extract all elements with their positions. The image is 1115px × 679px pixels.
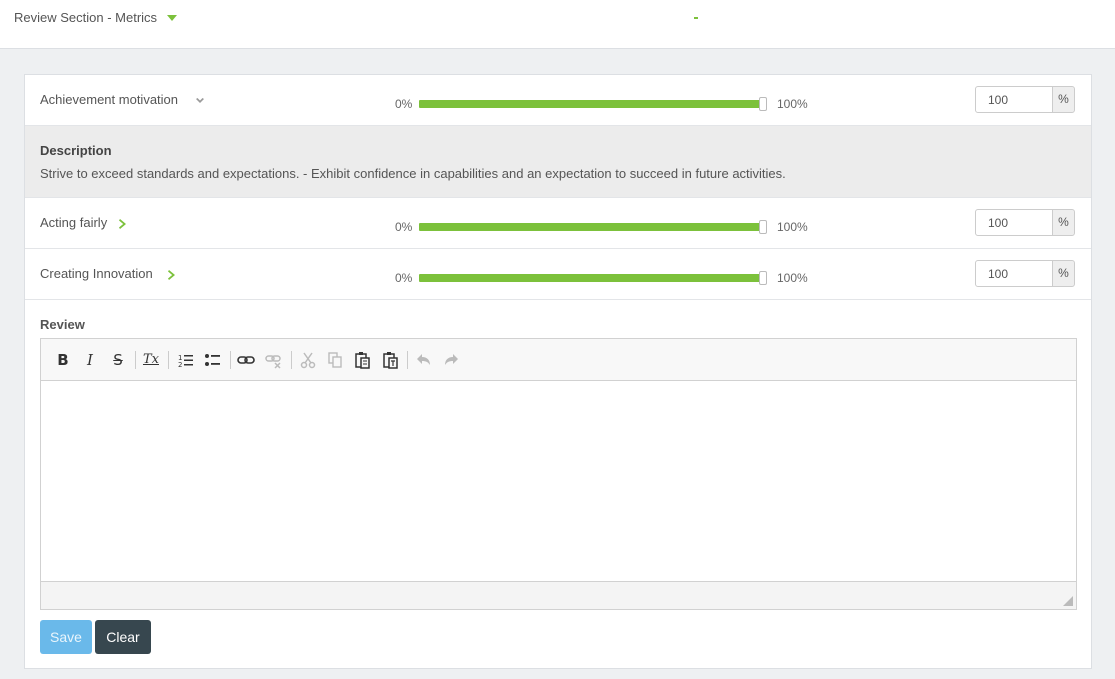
review-textarea[interactable]	[41, 381, 1076, 581]
percent-input-group: %	[975, 260, 1076, 287]
metric-name[interactable]: Creating Innovation	[40, 266, 153, 281]
clear-button[interactable]: Clear	[95, 620, 151, 654]
percent-input[interactable]	[975, 86, 1053, 113]
toolbar-separator	[135, 351, 136, 369]
numbered-list-icon[interactable]: 1 2	[175, 349, 197, 371]
paste-icon[interactable]	[352, 349, 374, 371]
percent-input[interactable]	[975, 209, 1053, 236]
percent-input-group: %	[975, 209, 1076, 236]
description-text: Strive to exceed standards and expectati…	[40, 166, 786, 181]
bulleted-list-icon[interactable]	[202, 349, 224, 371]
section-title[interactable]: Review Section - Metrics	[14, 10, 157, 25]
editor-status-bar	[41, 581, 1076, 609]
description-title: Description	[40, 143, 112, 158]
paste-text-icon[interactable]	[380, 349, 402, 371]
remove-format-icon[interactable]: Tx	[140, 349, 162, 371]
chevron-down-icon[interactable]	[196, 97, 204, 105]
section-header: Review Section - Metrics	[0, 0, 1115, 49]
review-label: Review	[40, 317, 85, 332]
toolbar-separator	[407, 351, 408, 369]
metric-description: Description Strive to exceed standards a…	[25, 126, 1091, 198]
resize-grip-icon[interactable]	[1063, 596, 1073, 606]
chevron-right-icon[interactable]	[119, 219, 127, 229]
strikethrough-icon[interactable]: S	[107, 349, 129, 371]
metric-slider[interactable]	[419, 220, 767, 234]
metric-row-achievement-motivation: Achievement motivation 0% 100% %	[25, 75, 1091, 126]
metric-name[interactable]: Achievement motivation	[40, 92, 178, 107]
center-dash	[694, 17, 698, 19]
italic-icon[interactable]: I	[79, 349, 101, 371]
bold-icon[interactable]: B	[52, 349, 74, 371]
toolbar-separator	[230, 351, 231, 369]
percent-addon: %	[1052, 209, 1075, 236]
metric-slider[interactable]	[419, 97, 767, 111]
toolbar-separator	[291, 351, 292, 369]
undo-icon[interactable]	[413, 349, 435, 371]
percent-input-group: %	[975, 86, 1076, 113]
slider-handle[interactable]	[759, 220, 767, 234]
svg-text:2: 2	[178, 361, 182, 369]
metric-slider[interactable]	[419, 271, 767, 285]
review-editor: B I S Tx 1 2	[40, 338, 1077, 610]
cut-icon[interactable]	[297, 349, 319, 371]
metrics-panel: Achievement motivation 0% 100% % Descrip…	[24, 74, 1092, 669]
editor-toolbar: B I S Tx 1 2	[41, 339, 1076, 381]
slider-min-label: 0%	[395, 97, 413, 111]
percent-addon: %	[1052, 260, 1075, 287]
percent-addon: %	[1052, 86, 1075, 113]
slider-max-label: 100%	[777, 97, 808, 111]
copy-icon[interactable]	[324, 349, 346, 371]
link-icon[interactable]	[235, 349, 257, 371]
slider-min-label: 0%	[395, 271, 413, 285]
slider-min-label: 0%	[395, 220, 413, 234]
redo-icon[interactable]	[440, 349, 462, 371]
slider-max-label: 100%	[777, 271, 808, 285]
toolbar-separator	[168, 351, 169, 369]
metric-row-creating-innovation: Creating Innovation 0% 100% %	[25, 249, 1091, 300]
slider-handle[interactable]	[759, 271, 767, 285]
metric-name[interactable]: Acting fairly	[40, 215, 107, 230]
slider-max-label: 100%	[777, 220, 808, 234]
slider-handle[interactable]	[759, 97, 767, 111]
percent-input[interactable]	[975, 260, 1053, 287]
caret-down-icon[interactable]	[167, 15, 177, 21]
unlink-icon[interactable]	[263, 349, 285, 371]
metric-row-acting-fairly: Acting fairly 0% 100% %	[25, 198, 1091, 249]
chevron-right-icon[interactable]	[168, 270, 176, 280]
save-button[interactable]: Save	[40, 620, 92, 654]
